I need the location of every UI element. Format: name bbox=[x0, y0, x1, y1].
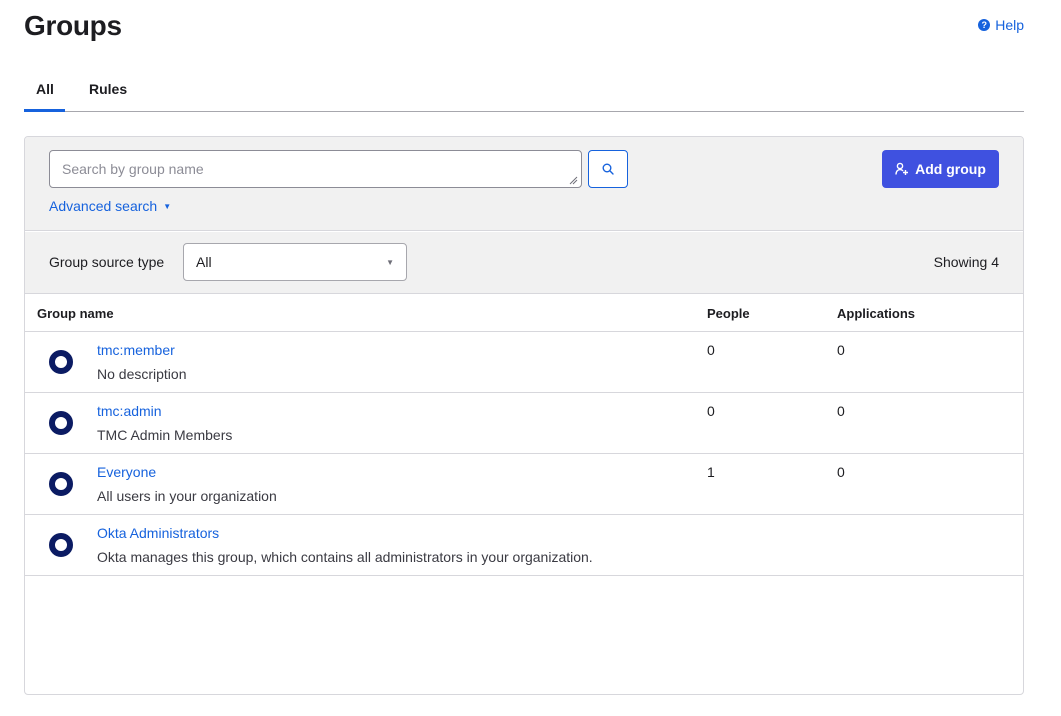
page-title: Groups bbox=[24, 10, 122, 41]
group-name-link[interactable]: tmc:member bbox=[97, 342, 175, 358]
groups-panel: Advanced search ▼ Add group Group source… bbox=[24, 136, 1024, 695]
group-people-count: 0 bbox=[707, 403, 715, 419]
group-description: No description bbox=[97, 366, 187, 382]
group-icon bbox=[49, 472, 73, 496]
column-header-people: People bbox=[707, 306, 750, 321]
chevron-down-icon: ▼ bbox=[386, 257, 394, 267]
group-icon bbox=[49, 350, 73, 374]
help-link[interactable]: ? Help bbox=[978, 17, 1024, 33]
group-name-link[interactable]: Everyone bbox=[97, 464, 156, 480]
help-label: Help bbox=[995, 17, 1024, 33]
search-input[interactable] bbox=[49, 150, 582, 188]
group-source-type-label: Group source type bbox=[49, 254, 165, 270]
help-icon: ? bbox=[978, 19, 991, 31]
tab-rules-label: Rules bbox=[89, 81, 128, 97]
filter-bar: Group source type All ▼ Showing 4 bbox=[25, 232, 1023, 294]
groups-page: Groups ? Help All Rules Search by group … bbox=[0, 0, 1061, 716]
group-description: TMC Admin Members bbox=[97, 427, 233, 443]
group-icon bbox=[49, 533, 73, 557]
add-group-label: Add group bbox=[915, 161, 986, 177]
group-people-count: 1 bbox=[707, 464, 715, 480]
group-name-link[interactable]: Okta Administrators bbox=[97, 525, 219, 541]
group-applications-count: 0 bbox=[837, 342, 845, 358]
group-people-count: 0 bbox=[707, 342, 715, 358]
group-description: Okta manages this group, which contains … bbox=[97, 549, 593, 565]
tab-rules[interactable]: Rules bbox=[89, 81, 127, 108]
group-source-type-value: All bbox=[196, 254, 212, 270]
group-applications-count: 0 bbox=[837, 403, 845, 419]
active-tab-indicator bbox=[24, 109, 65, 112]
table-row: Everyone All users in your organization … bbox=[25, 454, 1023, 515]
advanced-search-label: Advanced search bbox=[49, 198, 158, 214]
add-user-icon bbox=[895, 162, 909, 175]
add-group-button[interactable]: Add group bbox=[882, 150, 999, 188]
result-count: Showing 4 bbox=[933, 254, 999, 270]
group-applications-count: 0 bbox=[837, 464, 845, 480]
column-header-applications: Applications bbox=[837, 306, 916, 321]
table-row: Okta Administrators Okta manages this gr… bbox=[25, 515, 1023, 576]
caret-down-icon: ▼ bbox=[163, 201, 172, 211]
group-description: All users in your organization bbox=[97, 488, 277, 504]
group-icon bbox=[49, 411, 73, 435]
search-button[interactable] bbox=[588, 150, 628, 188]
group-name-link[interactable]: tmc:admin bbox=[97, 403, 162, 419]
column-header-group-name: Group name bbox=[37, 306, 114, 321]
search-icon bbox=[602, 163, 614, 175]
tab-all[interactable]: All bbox=[36, 81, 54, 108]
table-row: tmc:admin TMC Admin Members 0 0 bbox=[25, 393, 1023, 454]
tab-bar: All Rules bbox=[24, 71, 1024, 112]
table-header: Group name People Applications bbox=[25, 295, 1023, 332]
groups-table-body: tmc:member No description 0 0 tmc:admin … bbox=[25, 332, 1023, 576]
advanced-search-toggle[interactable]: Advanced search ▼ bbox=[49, 198, 171, 214]
search-area: Advanced search ▼ Add group bbox=[25, 137, 1023, 231]
resize-grip-icon[interactable] bbox=[568, 175, 578, 185]
tab-all-label: All bbox=[36, 81, 54, 97]
group-source-type-select[interactable]: All ▼ bbox=[183, 243, 407, 281]
table-row: tmc:member No description 0 0 bbox=[25, 332, 1023, 393]
